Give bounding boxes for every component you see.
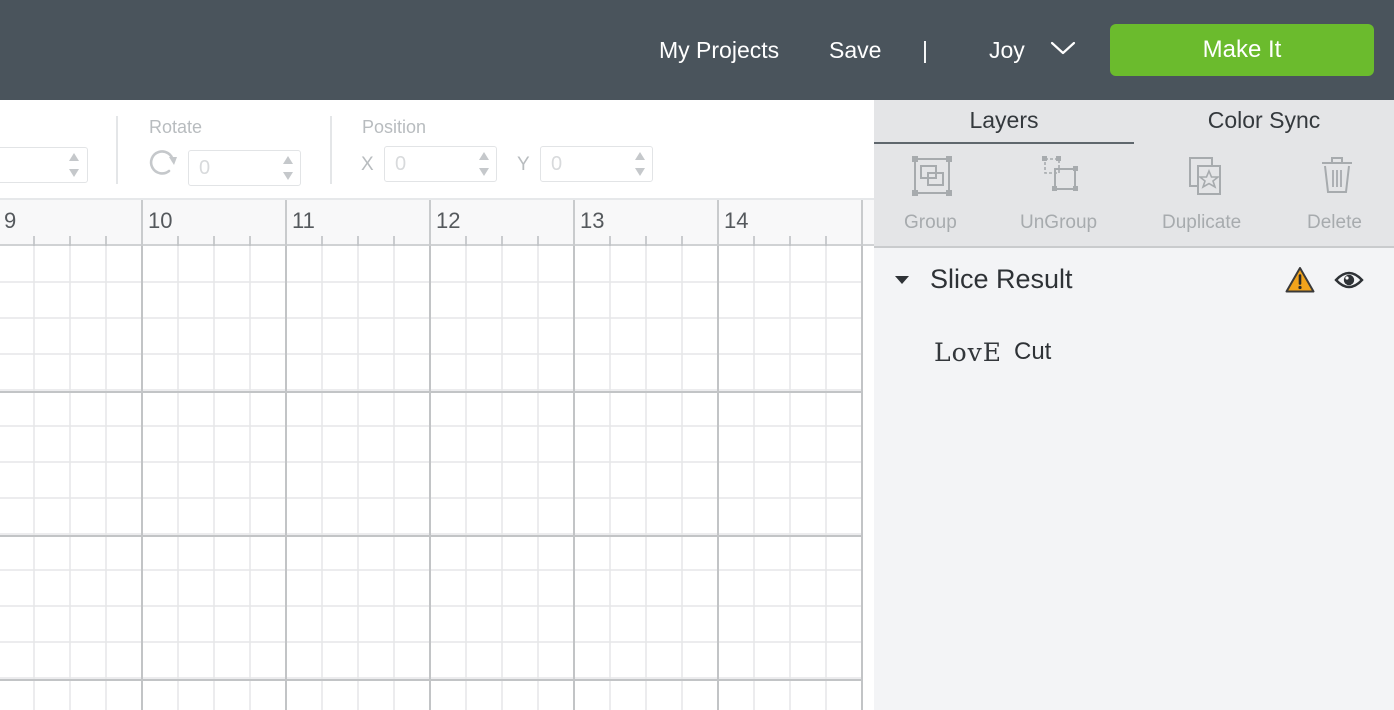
- rotate-stepper[interactable]: [281, 153, 295, 183]
- canvas-grid: [0, 246, 863, 710]
- toolbar-divider: [116, 116, 118, 184]
- layer-group-title: Slice Result: [930, 264, 1073, 294]
- layer-actions-bar: Group UnGroup Duplicate Delete: [874, 144, 1394, 248]
- eye-icon[interactable]: [1334, 269, 1364, 291]
- layer-name: Cut: [1014, 338, 1052, 365]
- ruler-number: 11: [292, 208, 315, 233]
- toolbar-divider: [330, 116, 332, 184]
- chevron-down-icon[interactable]: [1050, 38, 1076, 58]
- layers-panel: Layers Color Sync Group UnGroup Duplicat…: [874, 100, 1394, 710]
- tab-layers[interactable]: Layers: [874, 100, 1134, 144]
- delete-label: Delete: [1307, 212, 1362, 233]
- ruler-number: 13: [580, 208, 604, 233]
- save-link[interactable]: Save: [829, 36, 881, 64]
- layer-thumbnail: LovE: [934, 338, 1003, 367]
- ungroup-label: UnGroup: [1020, 212, 1098, 233]
- duplicate-label: Duplicate: [1162, 212, 1242, 233]
- ruler-number: 14: [724, 208, 748, 233]
- design-canvas[interactable]: [0, 246, 874, 710]
- layer-row[interactable]: LovE Cut: [874, 326, 1394, 378]
- horizontal-ruler: 9 10 11 12 13 14: [0, 198, 874, 246]
- ruler-number: 9: [4, 208, 16, 233]
- duplicate-button[interactable]: Duplicate: [1158, 144, 1258, 248]
- top-bar: My Projects Save | Joy Make It: [0, 0, 1394, 100]
- layer-group-row[interactable]: Slice Result: [874, 250, 1394, 310]
- ruler-graphic: 9 10 11 12 13 14: [4, 200, 863, 246]
- ruler-number: 12: [436, 208, 460, 233]
- warning-icon[interactable]: [1285, 266, 1315, 294]
- group-icon: [912, 156, 952, 196]
- position-label: Position: [362, 117, 427, 137]
- group-button[interactable]: Group: [894, 144, 970, 248]
- delete-button[interactable]: Delete: [1302, 144, 1378, 248]
- ungroup-button[interactable]: UnGroup: [1014, 144, 1114, 248]
- position-y-label: Y: [517, 154, 530, 175]
- make-it-button[interactable]: Make It: [1110, 24, 1374, 76]
- edit-toolbar: Rotate 0 Position X 0 Y 0: [0, 100, 874, 198]
- rotate-label: Rotate: [149, 117, 203, 137]
- group-label: Group: [904, 212, 957, 233]
- tab-color-sync[interactable]: Color Sync: [1134, 100, 1394, 144]
- caret-down-icon[interactable]: [894, 274, 910, 286]
- user-menu[interactable]: Joy: [989, 36, 1025, 64]
- rotate-icon[interactable]: [147, 147, 179, 179]
- position-y-stepper[interactable]: [633, 149, 647, 179]
- ruler-number: 10: [148, 208, 172, 233]
- duplicate-icon: [1189, 157, 1221, 195]
- nav-separator: |: [922, 37, 928, 63]
- position-x-label: X: [361, 154, 374, 175]
- my-projects-link[interactable]: My Projects: [659, 36, 779, 64]
- position-x-stepper[interactable]: [477, 149, 491, 179]
- ungroup-icon: [1042, 156, 1078, 191]
- trash-icon: [1322, 157, 1352, 193]
- panel-tabs: Layers Color Sync: [874, 100, 1394, 144]
- size-stepper[interactable]: [67, 150, 81, 180]
